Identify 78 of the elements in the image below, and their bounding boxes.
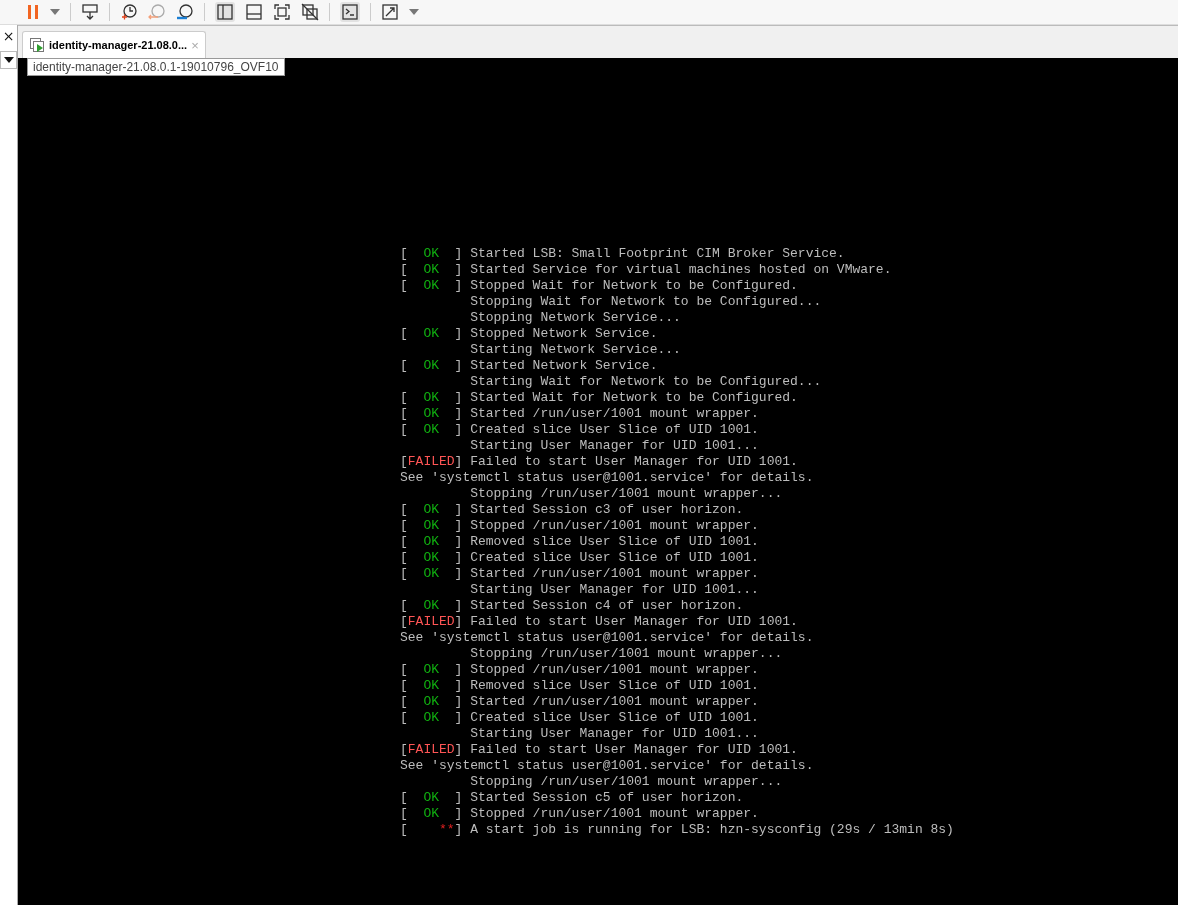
caret-icon xyxy=(3,57,14,63)
console-text: Stopping Network Service... xyxy=(470,310,681,326)
console-text: Stopping /run/user/1001 mount wrapper... xyxy=(470,646,783,662)
console-text: Created slice User Slice of UID 1001. xyxy=(470,710,759,726)
tooltip: identity-manager-21.08.0.1-19010796_OVF10 xyxy=(27,58,285,76)
status-tag: [ OK ] xyxy=(400,806,471,822)
console-text: Stopped Network Service. xyxy=(470,326,658,342)
console-text: Created slice User Slice of UID 1001. xyxy=(470,422,759,438)
pause-icon[interactable] xyxy=(26,4,40,20)
sidebar-view-icon[interactable] xyxy=(215,2,235,22)
status-tag: [ OK ] xyxy=(400,790,471,806)
console-text: Started LSB: Small Footprint CIM Broker Service. xyxy=(470,246,845,262)
console-text: Stopping /run/user/1001 mount wrapper... xyxy=(470,774,783,790)
console-text: Started /run/user/1001 mount wrapper. xyxy=(470,566,759,582)
status-tag: [ OK ] xyxy=(400,358,471,374)
fullscreen-icon[interactable] xyxy=(273,3,291,21)
clock-icon[interactable] xyxy=(120,3,138,21)
status-tag: [ OK ] xyxy=(400,678,471,694)
dropdown[interactable] xyxy=(0,51,17,69)
status-tag: [ OK ] xyxy=(400,406,471,422)
status-tag: [ OK ] xyxy=(400,518,471,534)
status-tag: [FAILED] xyxy=(400,614,471,630)
console-text: Stopped Wait for Network to be Configured. xyxy=(470,278,798,294)
split-view-icon[interactable] xyxy=(245,3,263,21)
status-tag: [FAILED] xyxy=(400,742,471,758)
unity-icon[interactable] xyxy=(301,3,319,21)
resize-icon[interactable] xyxy=(381,3,399,21)
console-icon[interactable] xyxy=(340,2,360,22)
vm-tab[interactable]: identity-manager-21.08.0... × xyxy=(22,31,206,58)
console-text: Removed slice User Slice of UID 1001. xyxy=(470,678,759,694)
console-text: Started Session c5 of user horizon. xyxy=(470,790,744,806)
console-text: Created slice User Slice of UID 1001. xyxy=(470,550,759,566)
console-text: Started Service for virtual machines hosted on VMware. xyxy=(470,262,892,278)
console-text: Starting User Manager for UID 1001... xyxy=(470,726,759,742)
status-tag: [ **] xyxy=(400,822,471,838)
console-text: Failed to start User Manager for UID 1001. xyxy=(470,454,798,470)
console-text: See 'systemctl status user@1001.service' for details. xyxy=(400,630,814,646)
status-tag: [ OK ] xyxy=(400,390,471,406)
console-text: Failed to start User Manager for UID 1001. xyxy=(470,614,798,630)
status-tag: [ OK ] xyxy=(400,566,471,582)
console-text: Started Session c3 of user horizon. xyxy=(470,502,744,518)
console-text: Removed slice User Slice of UID 1001. xyxy=(470,534,759,550)
status-tag: [ OK ] xyxy=(400,662,471,678)
status-tag: [ OK ] xyxy=(400,694,471,710)
status-tag: [ OK ] xyxy=(400,534,471,550)
console-text: Stopped /run/user/1001 mount wrapper. xyxy=(470,662,759,678)
status-tag: [ OK ] xyxy=(400,422,471,438)
console-text: Started /run/user/1001 mount wrapper. xyxy=(470,406,759,422)
status-tag: [ OK ] xyxy=(400,710,471,726)
console-text: Stopping Wait for Network to be Configured... xyxy=(470,294,822,310)
status-tag: [ OK ] xyxy=(400,246,471,262)
status-tag: [ OK ] xyxy=(400,326,471,342)
console-text: Started Session c4 of user horizon. xyxy=(470,598,744,614)
console-text: Starting Network Service... xyxy=(470,342,681,358)
console-text: Stopped /run/user/1001 mount wrapper. xyxy=(470,806,759,822)
console-text: Started /run/user/1001 mount wrapper. xyxy=(470,694,759,710)
console-text: Starting User Manager for UID 1001... xyxy=(470,438,759,454)
console-text: A start job is running for LSB: hzn-sysconfig (29s / 13min 8s) xyxy=(470,822,954,838)
caret-icon[interactable] xyxy=(409,9,419,15)
console-text: Starting Wait for Network to be Configured... xyxy=(470,374,822,390)
status-tag: [ OK ] xyxy=(400,278,471,294)
status-tag: [ OK ] xyxy=(400,502,471,518)
status-tag: [ OK ] xyxy=(400,598,471,614)
status-tag: [ OK ] xyxy=(400,262,471,278)
console-text: Stopped /run/user/1001 mount wrapper. xyxy=(470,518,759,534)
console-text: See 'systemctl status user@1001.service' for details. xyxy=(400,758,814,774)
console-text: Started Wait for Network to be Configured. xyxy=(470,390,798,406)
status-tag: [FAILED] xyxy=(400,454,471,470)
send-keys-icon[interactable] xyxy=(81,3,99,21)
console-text: See 'systemctl status user@1001.service' for details. xyxy=(400,470,814,486)
status-tag: [ OK ] xyxy=(400,550,471,566)
console-text: Stopping /run/user/1001 mount wrapper... xyxy=(470,486,783,502)
vm-icon xyxy=(29,37,45,53)
console-text: Starting User Manager for UID 1001... xyxy=(470,582,759,598)
console-text: Started Network Service. xyxy=(470,358,658,374)
caret-icon[interactable] xyxy=(50,9,60,15)
close-button[interactable]: × xyxy=(2,29,15,43)
console-text: Failed to start User Manager for UID 1001. xyxy=(470,742,798,758)
